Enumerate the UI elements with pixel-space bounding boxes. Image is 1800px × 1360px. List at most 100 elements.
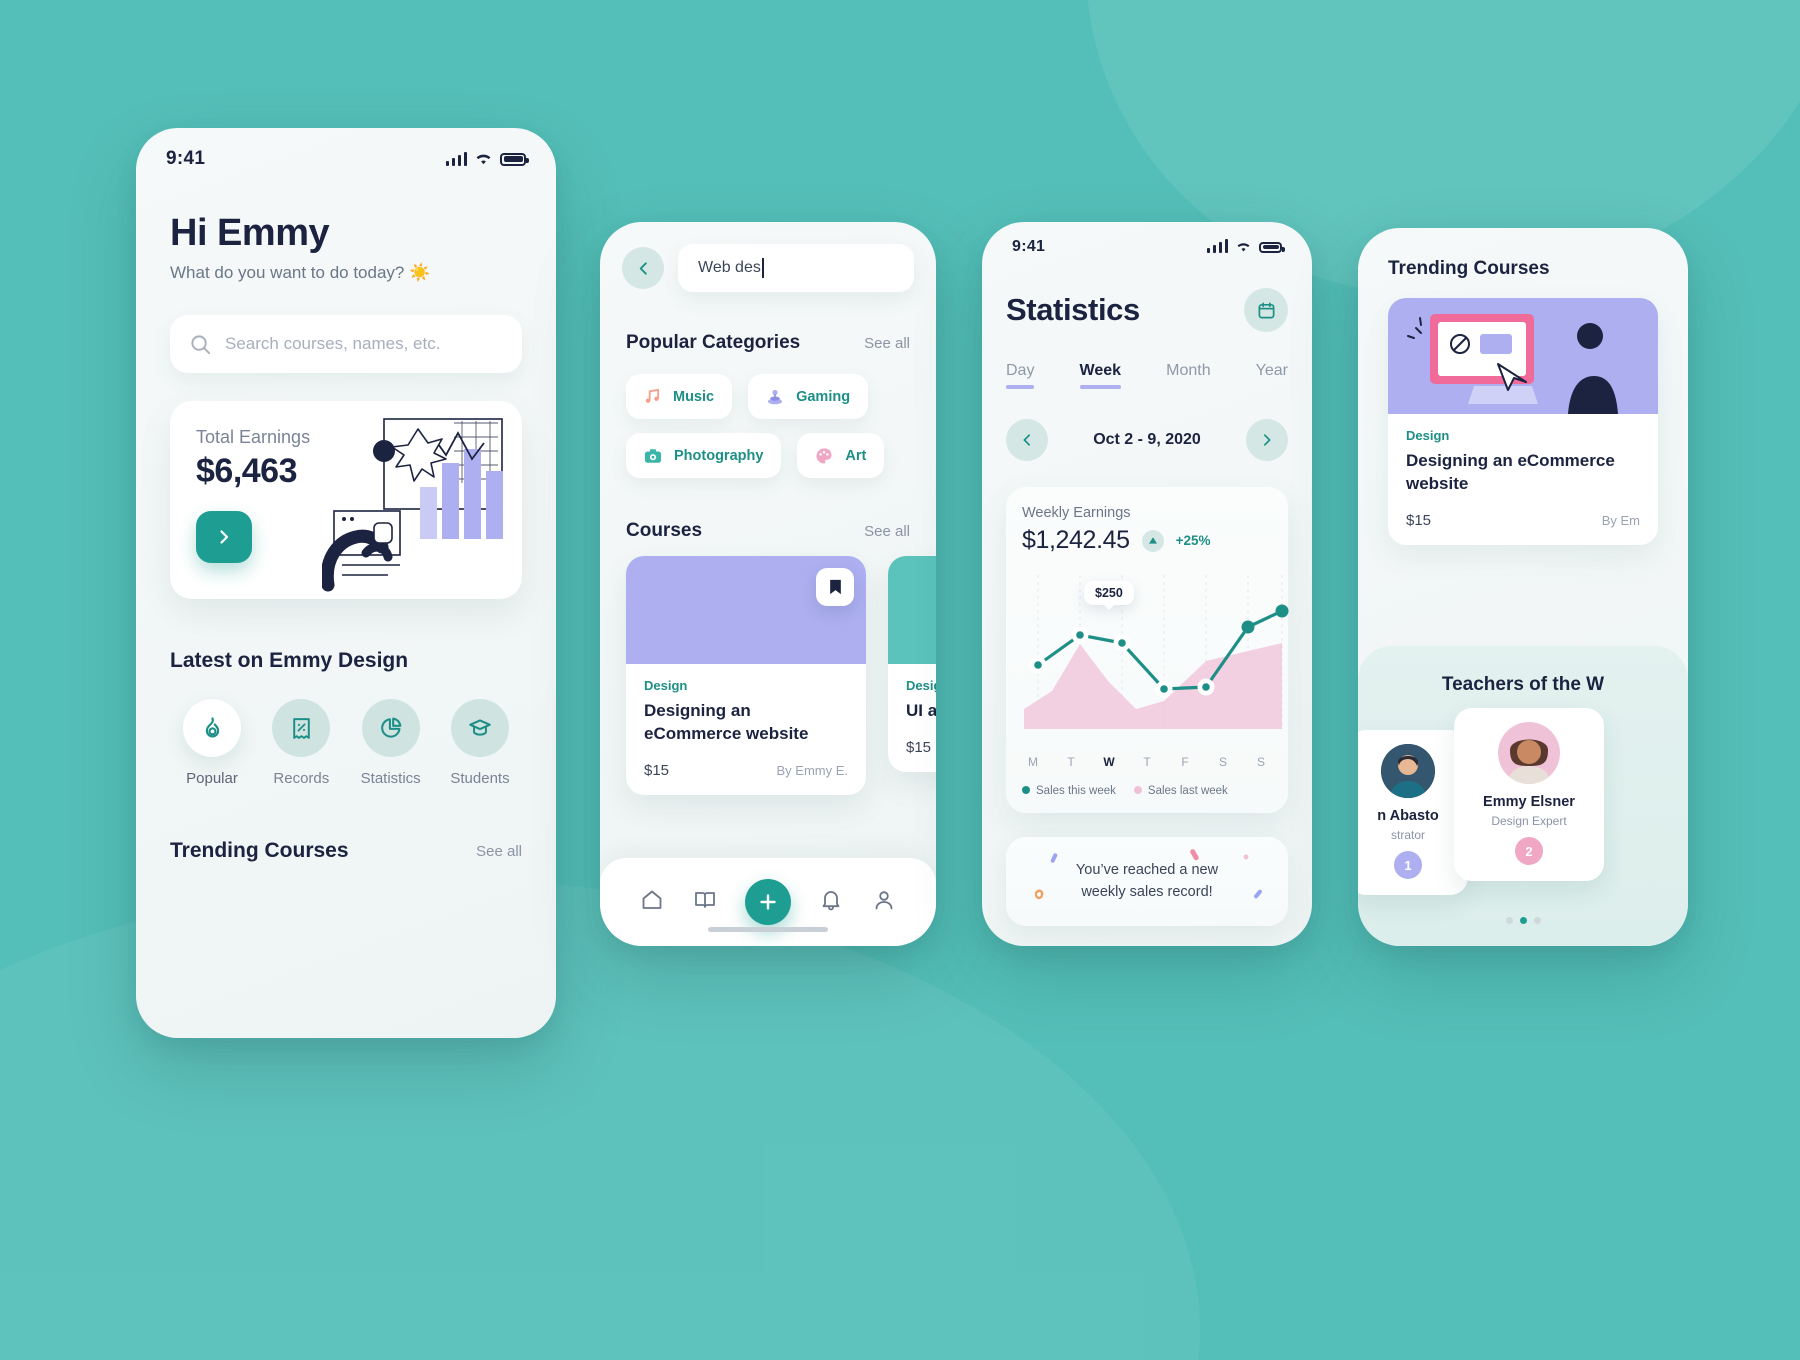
avatar-photo	[1498, 722, 1560, 784]
course-thumbnail	[888, 556, 936, 664]
tab-profile[interactable]	[872, 888, 896, 917]
teacher-name: Emmy Elsner	[1483, 794, 1575, 810]
course-price: $15	[644, 761, 670, 779]
week-range: Oct 2 - 9, 2020	[1093, 431, 1201, 448]
series-last-week-area	[1024, 643, 1282, 729]
axis-tick: W	[1103, 755, 1115, 769]
chip-music[interactable]: Music	[626, 374, 733, 419]
pager-dot[interactable]	[1533, 917, 1541, 924]
course-category: Design	[906, 678, 936, 693]
legend-label: Sales this week	[1036, 785, 1116, 797]
tab-label: Week	[1079, 362, 1122, 379]
earnings-details-button[interactable]	[196, 511, 252, 563]
page-title: Statistics	[1006, 292, 1140, 327]
tab-week[interactable]: Week	[1079, 362, 1122, 389]
prev-week-button[interactable]	[1006, 419, 1048, 461]
earnings-delta: +25%	[1175, 533, 1211, 548]
book-icon	[694, 891, 715, 908]
chip-gaming[interactable]: Gaming	[748, 374, 869, 419]
avatar	[1498, 722, 1560, 784]
bell-icon	[822, 890, 840, 910]
chip-photography[interactable]: Photography	[626, 433, 782, 478]
course-illustration	[1407, 314, 1618, 414]
courses-heading: Courses	[626, 520, 703, 541]
tab-add-button[interactable]	[744, 879, 791, 925]
search-input[interactable]: Web des	[678, 244, 914, 292]
tab-year[interactable]: Year	[1256, 362, 1288, 389]
bookmark-button[interactable]	[816, 568, 854, 606]
chip-label: Music	[673, 388, 715, 405]
popular-see-all[interactable]: See all	[864, 335, 910, 352]
course-card[interactable]: Design UI and you $15 By Emmy E.	[888, 556, 936, 772]
axis-tick: T	[1143, 755, 1151, 769]
category-popular[interactable]: Popular	[170, 699, 254, 787]
chip-label: Gaming	[796, 388, 851, 405]
category-records[interactable]: Records	[259, 699, 343, 787]
music-note-icon	[645, 388, 660, 403]
teacher-card[interactable]: Emmy Elsner Design Expert 2	[1454, 708, 1604, 881]
chart-tooltip: $250	[1084, 581, 1134, 610]
total-earnings-card[interactable]: Total Earnings $6,463	[170, 401, 522, 599]
course-thumbnail	[1388, 298, 1658, 414]
course-category: Design	[644, 678, 688, 693]
teachers-heading: Teachers of the W	[1441, 674, 1605, 695]
home-icon	[642, 890, 662, 909]
chevron-left-icon	[639, 261, 647, 275]
pie-chart-icon	[380, 717, 402, 738]
calendar-button[interactable]	[1244, 288, 1288, 332]
next-week-button[interactable]	[1246, 419, 1288, 461]
back-button[interactable]	[622, 247, 664, 289]
chip-label: Photography	[674, 447, 764, 464]
pager-dot-active[interactable]	[1519, 917, 1527, 924]
wifi-icon	[1237, 243, 1250, 252]
axis-tick: S	[1218, 755, 1227, 769]
course-price: $15	[1406, 511, 1432, 529]
course-title: Designing an eCommerce website	[1406, 451, 1615, 493]
avatar-photo	[1381, 744, 1435, 798]
carousel-pager[interactable]	[1358, 917, 1688, 924]
chevron-left-icon	[1023, 434, 1031, 446]
status-bar: 9:41	[136, 128, 556, 170]
confetti-decoration	[1034, 849, 1262, 900]
status-bar: 9:41	[982, 222, 1312, 256]
chart-x-axis-labels: M T W T F S S	[1022, 755, 1272, 769]
chip-art[interactable]: Art	[797, 433, 885, 478]
flame-icon-wrap	[183, 699, 241, 757]
flame-icon	[205, 716, 219, 737]
course-title: Designing an eCommerce website	[644, 701, 809, 743]
axis-tick: M	[1028, 755, 1038, 769]
trending-see-all[interactable]: See all	[476, 843, 522, 860]
tab-library[interactable]	[693, 888, 717, 917]
signal-bars-icon	[445, 152, 467, 166]
chip-label: Art	[845, 447, 867, 464]
teacher-card[interactable]: n Abasto strator 1	[1358, 730, 1468, 895]
course-card[interactable]: Design Designing an eCommerce website $1…	[626, 556, 866, 795]
course-author: By Emmy E.	[776, 762, 848, 778]
tab-home[interactable]	[640, 888, 664, 917]
category-label: Students	[450, 770, 510, 787]
category-statistics[interactable]: Statistics	[349, 699, 433, 787]
tab-month[interactable]: Month	[1166, 362, 1210, 389]
earnings-illustration	[322, 418, 503, 592]
courses-see-all[interactable]: See all	[864, 523, 910, 540]
teachers-panel: Teachers of the W n Abasto strator 1 Emm…	[1358, 646, 1688, 946]
battery-icon	[1259, 241, 1285, 253]
avatar	[1381, 744, 1435, 798]
tab-notifications[interactable]	[819, 888, 843, 917]
earnings-chart: $250	[1022, 569, 1289, 749]
teacher-name: n Abasto	[1377, 808, 1439, 824]
tab-label: Day	[1006, 362, 1035, 379]
search-input[interactable]: Search courses, names, etc.	[170, 315, 522, 373]
chart-svg	[1024, 575, 1289, 729]
tab-day[interactable]: Day	[1006, 362, 1035, 389]
category-students[interactable]: Students	[438, 699, 522, 787]
pager-dot[interactable]	[1505, 917, 1513, 924]
pie-chart-icon-wrap	[361, 699, 420, 757]
signal-bars-icon	[1206, 239, 1228, 253]
category-label: Records	[273, 770, 330, 787]
page-title: Hi Emmy	[170, 212, 330, 254]
course-card[interactable]: Design Designing an eCommerce website $1…	[1388, 298, 1658, 545]
chart-legend: Sales this week Sales last week	[1022, 781, 1272, 799]
plus-icon	[760, 894, 776, 910]
tab-label: Month	[1166, 362, 1211, 379]
